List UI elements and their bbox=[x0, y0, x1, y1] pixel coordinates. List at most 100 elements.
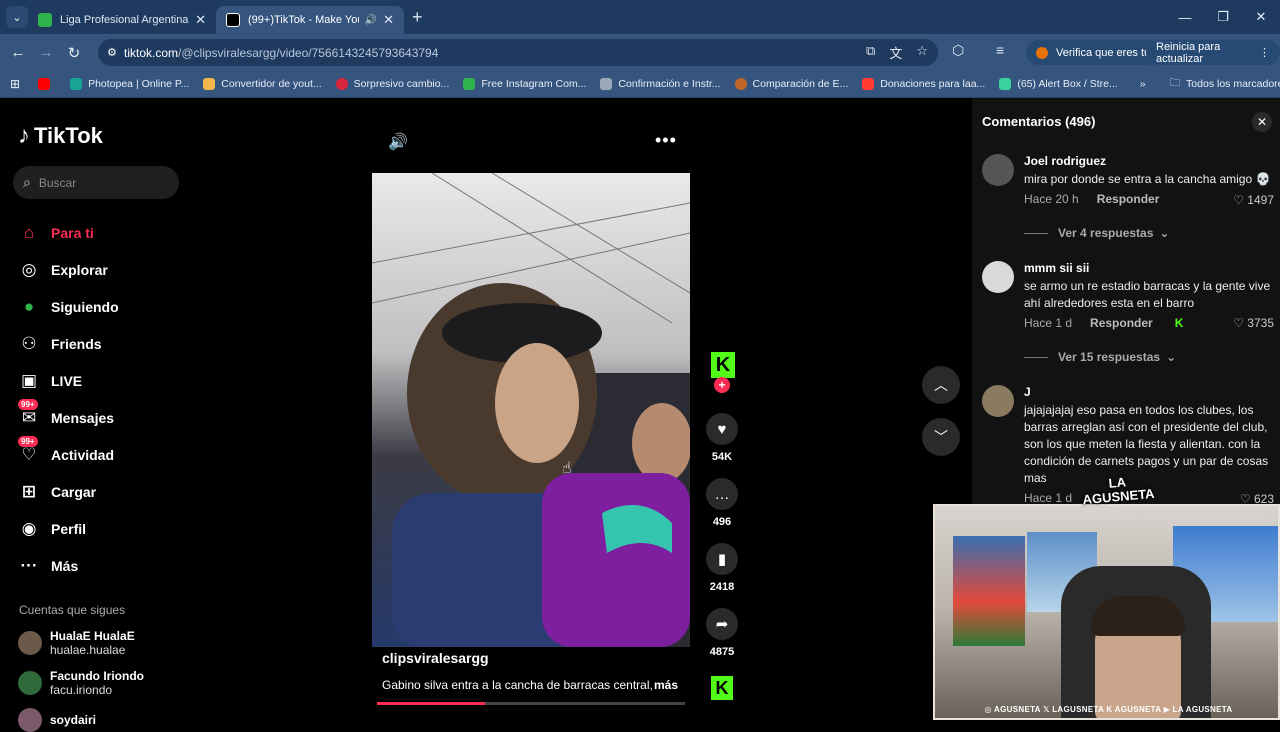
reply-button[interactable]: Responder bbox=[1090, 316, 1153, 330]
comment-time: Hace 20 h bbox=[1024, 192, 1079, 206]
caption-more-link[interactable]: más bbox=[654, 678, 678, 692]
close-window-icon[interactable]: ✕ bbox=[1242, 9, 1280, 25]
creator-avatar[interactable]: K bbox=[711, 352, 735, 378]
following-avatar-icon: ● bbox=[23, 296, 35, 316]
comment-author[interactable]: Joel rodriguez bbox=[1024, 154, 1274, 168]
like-button[interactable]: ♥ 54K bbox=[702, 413, 742, 463]
sidebar-item-actividad[interactable]: ♡ 99+ Actividad bbox=[18, 436, 119, 473]
url-field[interactable]: ⚙ tiktok.com/@clipsviralesargg/video/756… bbox=[98, 39, 938, 66]
bookmark-item[interactable]: Confirmación e Instr... bbox=[600, 78, 721, 90]
restore-icon[interactable]: ❐ bbox=[1204, 9, 1242, 25]
comment-author[interactable]: J bbox=[1024, 385, 1274, 399]
sidebar-item-cargar[interactable]: ⊞ Cargar bbox=[18, 473, 119, 510]
sidebar-menu: ⌂ Para ti ◎ Explorar ● Siguiendo ⚇ Friends ▣… bbox=[18, 214, 119, 584]
close-tab-icon[interactable]: ✕ bbox=[383, 12, 394, 28]
bookmark-item[interactable]: Donaciones para laa... bbox=[862, 78, 985, 90]
following-header: Cuentas que sigues bbox=[19, 603, 126, 617]
bookmark-item[interactable]: Convertidor de yout... bbox=[203, 78, 322, 90]
video-player[interactable] bbox=[372, 173, 690, 647]
avatar[interactable] bbox=[982, 385, 1014, 417]
video-username[interactable]: clipsviralesargg bbox=[382, 650, 489, 666]
url-path: /@clipsviralesargg/video/756614324579364… bbox=[178, 45, 439, 60]
sidebar-item-mas[interactable]: ··· Más bbox=[18, 547, 119, 584]
sound-disc-icon[interactable]: K bbox=[711, 676, 733, 700]
notification-badge: 99+ bbox=[18, 399, 38, 410]
restart-update-button[interactable]: Reinicia para actualizar ⋮ bbox=[1146, 40, 1280, 65]
close-comments-button[interactable]: ✕ bbox=[1252, 112, 1272, 132]
view-replies-label: Ver 15 respuestas bbox=[1058, 350, 1161, 364]
apps-grid-icon[interactable]: ⊞ bbox=[10, 77, 20, 91]
bookmark-item[interactable]: (65) Alert Box / Stre... bbox=[999, 78, 1118, 90]
close-tab-icon[interactable]: ✕ bbox=[195, 12, 206, 28]
bookmark-youtube[interactable] bbox=[38, 78, 56, 90]
comment-like-count: 1497 bbox=[1247, 193, 1274, 207]
sidebar-item-para-ti[interactable]: ⌂ Para ti bbox=[18, 214, 119, 251]
view-replies-button[interactable]: Ver 4 respuestas ⌄ bbox=[1024, 226, 1169, 240]
sidebar-item-label: Más bbox=[51, 557, 79, 574]
search-input[interactable]: ⌕ Buscar bbox=[13, 166, 179, 199]
avatar[interactable] bbox=[982, 154, 1014, 186]
bookmark-item[interactable]: Comparación de E... bbox=[734, 78, 848, 90]
heart-outline-icon: ♡ bbox=[1233, 316, 1244, 330]
link-icon bbox=[600, 78, 613, 90]
sidebar-item-explorar[interactable]: ◎ Explorar bbox=[18, 251, 119, 288]
sidebar-item-live[interactable]: ▣ LIVE bbox=[18, 362, 119, 399]
more-options-icon[interactable]: ••• bbox=[655, 130, 677, 151]
bookmark-item[interactable]: Free Instagram Com... bbox=[463, 78, 586, 90]
bookmark-star-icon[interactable]: ☆ bbox=[916, 43, 928, 62]
forward-icon[interactable]: → bbox=[32, 44, 60, 61]
share-button[interactable]: ➦ 4875 bbox=[702, 608, 742, 658]
avatar[interactable] bbox=[982, 261, 1014, 293]
extensions-icon[interactable]: ⬡ bbox=[952, 42, 964, 59]
share-count: 4875 bbox=[709, 646, 735, 658]
back-icon[interactable]: ← bbox=[4, 44, 32, 61]
streamer-hair bbox=[1091, 596, 1185, 636]
save-button[interactable]: ▮ 2418 bbox=[702, 543, 742, 593]
site-info-icon[interactable]: ⚙ bbox=[107, 46, 117, 59]
reply-button[interactable]: Responder bbox=[1097, 192, 1160, 206]
follow-plus-icon[interactable]: + bbox=[714, 377, 730, 393]
verify-chip[interactable]: Verifica que eres tú bbox=[1026, 40, 1161, 65]
previous-video-button[interactable]: ︿ bbox=[922, 366, 960, 404]
followed-account[interactable]: HualaE HualaE hualae.hualae bbox=[18, 629, 135, 657]
tab-search-dropdown[interactable]: ⌄ bbox=[6, 6, 28, 28]
cast-icon[interactable]: ⧉ bbox=[866, 43, 875, 62]
next-video-button[interactable]: ﹀ bbox=[922, 418, 960, 456]
reload-icon[interactable]: ↻ bbox=[60, 44, 88, 62]
followed-account[interactable]: soydairi bbox=[18, 708, 96, 732]
video-caption: Gabino silva entra a la cancha de barrac… bbox=[382, 678, 653, 692]
speaker-tab-icon[interactable]: 🔊 bbox=[365, 15, 377, 26]
followed-account[interactable]: Facundo Iriondo facu.iriondo bbox=[18, 669, 144, 697]
bookmark-label: Free Instagram Com... bbox=[481, 78, 587, 90]
all-bookmarks-folder[interactable]: 🗀 Todos los marcadores bbox=[1170, 75, 1280, 93]
agusneta-logo: LA AGUSNETA bbox=[1082, 474, 1156, 508]
tiktok-logo[interactable]: ♪ TikTok bbox=[18, 122, 103, 150]
sidebar-item-friends[interactable]: ⚇ Friends bbox=[18, 325, 119, 362]
view-replies-button[interactable]: Ver 15 respuestas ⌄ bbox=[1024, 350, 1176, 364]
sidebar-item-siguiendo[interactable]: ● Siguiendo bbox=[18, 288, 119, 325]
browser-tab-tiktok[interactable]: (99+)TikTok - Make Your Da 🔊 ✕ bbox=[216, 6, 404, 34]
account-name: Facundo Iriondo bbox=[50, 669, 144, 683]
comment-text: mira por donde se entra a la cancha amig… bbox=[1024, 172, 1271, 186]
sidebar-item-perfil[interactable]: ◉ Perfil bbox=[18, 510, 119, 547]
reading-list-icon[interactable]: ≡ bbox=[996, 42, 1004, 58]
bookmark-item[interactable]: Sorpresivo cambio... bbox=[335, 78, 449, 90]
bookmark-label: Photopea | Online P... bbox=[88, 78, 190, 90]
new-tab-button[interactable]: + bbox=[412, 7, 423, 28]
comment-like-button[interactable]: ♡ 3735 bbox=[1233, 316, 1274, 330]
social-handles: ◎ AGUSNETA 𝕏 LAGUSNETA K AGUSNETA ▶ LA A… bbox=[984, 705, 1233, 714]
browser-tab-liga[interactable]: Liga Profesional Argentina - PC ✕ bbox=[28, 6, 216, 34]
comment-icon: … bbox=[706, 478, 738, 510]
minimize-icon[interactable]: — bbox=[1166, 10, 1204, 25]
video-progress-bar[interactable] bbox=[377, 702, 685, 705]
volume-icon[interactable]: 🔊 bbox=[388, 132, 408, 152]
restart-label: Reinicia para actualizar bbox=[1156, 40, 1221, 65]
menu-kebab-icon[interactable]: ⋮ bbox=[1259, 46, 1270, 59]
comment-author[interactable]: mmm sii sii bbox=[1024, 261, 1274, 275]
comment-button[interactable]: … 496 bbox=[702, 478, 742, 528]
bookmarks-overflow-icon[interactable]: » bbox=[1140, 78, 1146, 90]
comment-like-button[interactable]: ♡ 1497 bbox=[1233, 193, 1274, 207]
translate-icon[interactable]: 文 bbox=[889, 43, 902, 62]
sidebar-item-mensajes[interactable]: ✉ 99+ Mensajes bbox=[18, 399, 119, 436]
bookmark-item[interactable]: Photopea | Online P... bbox=[70, 78, 189, 90]
